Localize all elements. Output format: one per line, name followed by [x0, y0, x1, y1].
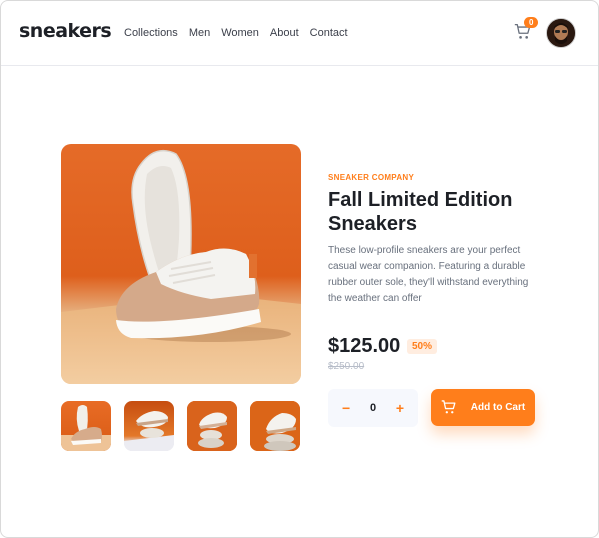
product-description: These low-profile sneakers are your perf…: [328, 245, 529, 304]
cart-icon: [441, 400, 456, 414]
current-price: $125.00: [328, 335, 401, 357]
decrease-quantity-button[interactable]: −: [342, 400, 350, 416]
logo[interactable]: sneakers: [19, 20, 112, 42]
nav-women[interactable]: Women: [221, 27, 259, 39]
thumbnail-3[interactable]: [187, 401, 237, 451]
product-title: Fall Limited Edition Sneakers: [328, 189, 513, 235]
nav-about[interactable]: About: [270, 27, 299, 39]
add-to-cart-label: Add to Cart: [470, 402, 526, 413]
original-price: $250.00: [328, 361, 365, 372]
add-to-cart-button[interactable]: Add to Cart: [431, 389, 535, 426]
quantity-value: 0: [369, 402, 377, 414]
nav-collections[interactable]: Collections: [124, 27, 178, 39]
nav-men[interactable]: Men: [189, 27, 210, 39]
avatar[interactable]: [546, 18, 576, 48]
product-main-image[interactable]: [61, 144, 301, 384]
app-frame: sneakers Collections Men Women About Con…: [0, 0, 599, 538]
discount-badge: 50%: [407, 339, 438, 354]
header: sneakers Collections Men Women About Con…: [1, 1, 598, 66]
main-nav: Collections Men Women About Contact: [124, 27, 359, 39]
thumbnail-2[interactable]: [124, 401, 174, 451]
increase-quantity-button[interactable]: +: [396, 400, 404, 416]
cart-count-badge: 0: [524, 17, 539, 28]
thumbnail-4[interactable]: [250, 401, 300, 451]
nav-contact[interactable]: Contact: [310, 27, 348, 39]
company-label: SNEAKER COMPANY: [328, 173, 415, 182]
thumbnail-list: [61, 401, 300, 451]
quantity-stepper: − 0 +: [328, 389, 418, 427]
thumbnail-1[interactable]: [61, 401, 111, 451]
